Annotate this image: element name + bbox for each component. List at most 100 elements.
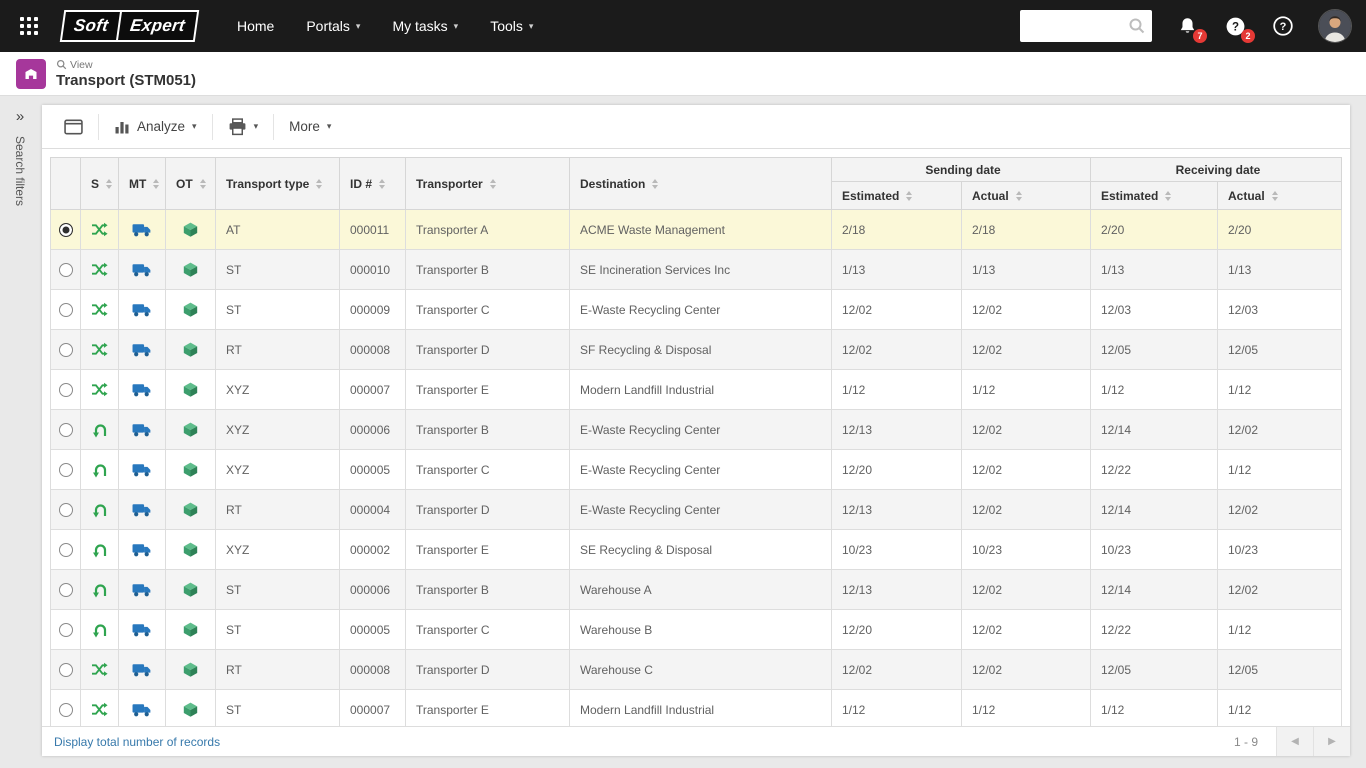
- id-cell: 000011: [339, 209, 406, 250]
- col-header-sending-estimated[interactable]: Estimated: [831, 181, 962, 210]
- table-row[interactable]: AT 000011 Transporter A ACME Waste Manag…: [50, 209, 1342, 250]
- row-select-radio[interactable]: [58, 582, 73, 597]
- transporter-cell: Transporter C: [405, 289, 570, 330]
- display-button[interactable]: [52, 112, 95, 142]
- receiving-estimated-cell: 1/12: [1090, 689, 1218, 726]
- status-return-icon: [92, 462, 108, 478]
- search-icon: [1129, 18, 1145, 34]
- table-row[interactable]: ST 000005 Transporter C Warehouse B 12/2…: [50, 609, 1342, 650]
- row-select-radio[interactable]: [58, 302, 73, 317]
- pager-next-icon: ▶: [1328, 736, 1336, 747]
- transporter-cell: Transporter B: [405, 249, 570, 290]
- id-cell: 000007: [339, 689, 406, 726]
- table-row[interactable]: XYZ 000007 Transporter E Modern Landfill…: [50, 369, 1342, 410]
- table-row[interactable]: XYZ 000002 Transporter E SE Recycling & …: [50, 529, 1342, 570]
- table-row[interactable]: RT 000004 Transporter D E-Waste Recyclin…: [50, 489, 1342, 530]
- row-select-radio[interactable]: [58, 542, 73, 557]
- col-header-ot[interactable]: OT: [165, 157, 216, 210]
- sending-estimated-cell: 12/02: [831, 329, 962, 370]
- destination-cell: Warehouse A: [569, 569, 832, 610]
- nav-portals[interactable]: Portals ▾: [290, 0, 376, 52]
- destination-cell: Warehouse C: [569, 649, 832, 690]
- col-header-receiving-estimated[interactable]: Estimated: [1090, 181, 1218, 210]
- truck-icon: [132, 581, 153, 598]
- status-transfer-icon: [91, 222, 108, 237]
- row-select-radio[interactable]: [58, 342, 73, 357]
- transporter-cell: Transporter E: [405, 689, 570, 726]
- receiving-actual-cell: 12/05: [1217, 649, 1342, 690]
- transporter-cell: Transporter D: [405, 649, 570, 690]
- table-row[interactable]: ST 000010 Transporter B SE Incineration …: [50, 249, 1342, 290]
- softexpert-logo[interactable]: Soft Expert: [59, 10, 200, 42]
- notifications-button[interactable]: 7: [1174, 13, 1207, 43]
- transport-type-cell: ST: [215, 289, 340, 330]
- sending-estimated-cell: 10/23: [831, 529, 962, 570]
- select-column-header: [50, 157, 81, 210]
- table-row[interactable]: XYZ 000006 Transporter B E-Waste Recycli…: [50, 409, 1342, 450]
- destination-cell: E-Waste Recycling Center: [569, 289, 832, 330]
- transporter-cell: Transporter C: [405, 449, 570, 490]
- table-row[interactable]: ST 000007 Transporter E Modern Landfill …: [50, 689, 1342, 726]
- more-button[interactable]: More ▾: [277, 112, 343, 142]
- svg-text:?: ?: [1280, 21, 1287, 33]
- row-select-radio[interactable]: [58, 382, 73, 397]
- package-box-icon: [182, 621, 199, 638]
- id-cell: 000008: [339, 649, 406, 690]
- print-button[interactable]: ▾: [216, 112, 271, 142]
- sort-icon: [153, 178, 160, 189]
- receiving-estimated-cell: 1/13: [1090, 249, 1218, 290]
- row-select-radio[interactable]: [58, 502, 73, 517]
- table-row[interactable]: RT 000008 Transporter D Warehouse C 12/0…: [50, 649, 1342, 690]
- user-avatar[interactable]: [1318, 9, 1352, 43]
- row-select-radio[interactable]: [58, 422, 73, 437]
- package-box-icon: [182, 341, 199, 358]
- nav-my-tasks[interactable]: My tasks ▾: [376, 0, 474, 52]
- sending-estimated-cell: 2/18: [831, 209, 962, 250]
- transport-type-cell: XYZ: [215, 449, 340, 490]
- destination-cell: SE Recycling & Disposal: [569, 529, 832, 570]
- col-header-destination[interactable]: Destination: [569, 157, 832, 210]
- display-total-records-link[interactable]: Display total number of records: [54, 735, 220, 749]
- destination-cell: Modern Landfill Industrial: [569, 689, 832, 726]
- table-row[interactable]: RT 000008 Transporter D SF Recycling & D…: [50, 329, 1342, 370]
- row-select-radio[interactable]: [58, 222, 73, 237]
- transporter-cell: Transporter A: [405, 209, 570, 250]
- help-button[interactable]: ?: [1270, 13, 1296, 39]
- analyze-button[interactable]: Analyze ▾: [102, 112, 209, 142]
- module-icon: [16, 58, 46, 89]
- sending-estimated-cell: 12/20: [831, 609, 962, 650]
- sending-actual-cell: 1/12: [961, 369, 1091, 410]
- pager-prev-button[interactable]: ◀: [1276, 727, 1313, 756]
- assistant-button[interactable]: ? 2: [1222, 13, 1255, 43]
- table-row[interactable]: XYZ 000005 Transporter C E-Waste Recycli…: [50, 449, 1342, 490]
- sending-actual-cell: 12/02: [961, 289, 1091, 330]
- pager-next-button[interactable]: ▶: [1313, 727, 1350, 756]
- table-row[interactable]: ST 000009 Transporter C E-Waste Recyclin…: [50, 289, 1342, 330]
- col-header-mt[interactable]: MT: [118, 157, 166, 210]
- col-header-sending-actual[interactable]: Actual: [961, 181, 1091, 210]
- sort-icon: [106, 178, 113, 189]
- expand-icon[interactable]: »: [16, 109, 24, 124]
- receiving-estimated-cell: 12/14: [1090, 569, 1218, 610]
- nav-tools[interactable]: Tools ▾: [474, 0, 549, 52]
- apps-grid-icon[interactable]: [14, 11, 44, 41]
- sending-estimated-cell: 12/02: [831, 649, 962, 690]
- destination-cell: E-Waste Recycling Center: [569, 489, 832, 530]
- row-select-radio[interactable]: [58, 262, 73, 277]
- transporter-cell: Transporter E: [405, 369, 570, 410]
- col-header-transporter[interactable]: Transporter: [405, 157, 570, 210]
- receiving-actual-cell: 12/02: [1217, 489, 1342, 530]
- row-select-radio[interactable]: [58, 462, 73, 477]
- col-header-transport-type[interactable]: Transport type: [215, 157, 340, 210]
- table-row[interactable]: ST 000006 Transporter B Warehouse A 12/1…: [50, 569, 1342, 610]
- col-header-status[interactable]: S: [80, 157, 119, 210]
- transport-type-cell: ST: [215, 569, 340, 610]
- search-filters-toggle[interactable]: » Search filters: [8, 105, 32, 756]
- col-header-receiving-actual[interactable]: Actual: [1217, 181, 1342, 210]
- nav-home[interactable]: Home: [221, 0, 290, 52]
- id-cell: 000010: [339, 249, 406, 290]
- row-select-radio[interactable]: [58, 662, 73, 677]
- row-select-radio[interactable]: [58, 702, 73, 717]
- col-header-id[interactable]: ID #: [339, 157, 406, 210]
- row-select-radio[interactable]: [58, 622, 73, 637]
